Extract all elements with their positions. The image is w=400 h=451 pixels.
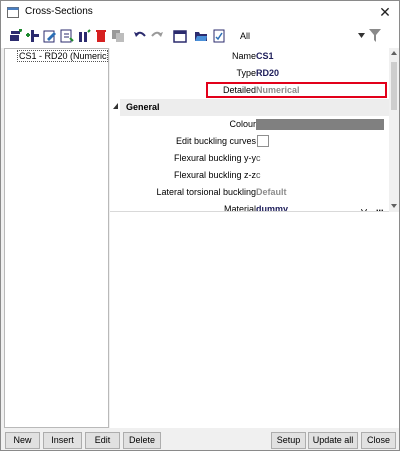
edit-button[interactable]: Edit <box>85 432 120 449</box>
name-value[interactable]: CS1 <box>256 51 274 61</box>
cross-section-list[interactable]: CS1 - RD20 (Numerical) <box>4 48 109 428</box>
colour-label: Colour <box>229 119 256 129</box>
cross-sections-window: Cross-Sections ✕ All CS1 - RD20 (Numeric… <box>0 0 400 451</box>
flex-zz-label: Flexural buckling z-z <box>173 170 256 180</box>
edit-buckling-checkbox[interactable] <box>257 135 269 147</box>
flex-yy-row: Flexural buckling y-y c <box>110 150 389 167</box>
scrollbar-thumb[interactable] <box>391 62 397 110</box>
section-title: General <box>126 102 160 112</box>
title-bar: Cross-Sections ✕ <box>1 1 399 24</box>
material-select[interactable]: dummy ... <box>256 201 386 212</box>
lat-tors-row: Lateral torsional buckling Default <box>110 184 389 201</box>
insert-button[interactable]: Insert <box>43 432 82 449</box>
type-value[interactable]: RD20 <box>256 68 279 78</box>
section-band <box>120 99 389 116</box>
property-pane: Name CS1 Type RD20 Detailed Numerical Ge… <box>110 48 399 428</box>
setup-button[interactable]: Setup <box>271 432 306 449</box>
delete-button[interactable]: Delete <box>123 432 161 449</box>
property-grid: Name CS1 Type RD20 Detailed Numerical Ge… <box>110 48 389 212</box>
name-row: Name CS1 <box>110 48 389 65</box>
app-icon <box>7 7 19 18</box>
list-item[interactable]: CS1 - RD20 (Numerical) <box>17 50 108 62</box>
filter-icon[interactable] <box>369 29 381 42</box>
type-row: Type RD20 <box>110 65 389 82</box>
flex-yy-label: Flexural buckling y-y <box>173 153 256 163</box>
chevron-down-icon[interactable] <box>361 209 367 212</box>
flex-yy-value[interactable]: c <box>256 153 261 163</box>
close-icon[interactable]: ✕ <box>373 3 397 21</box>
delete-icon[interactable] <box>94 29 108 43</box>
toolbar: All <box>1 24 399 48</box>
flex-zz-row: Flexural buckling z-z c <box>110 167 389 184</box>
colour-row: Colour <box>110 116 389 133</box>
scroll-up-icon[interactable] <box>391 51 397 55</box>
detailed-highlight-box <box>206 82 387 98</box>
edit-buckling-label: Edit buckling curves <box>175 136 256 146</box>
lat-tors-value: Default <box>256 187 287 197</box>
edit-icon[interactable] <box>43 29 57 43</box>
lat-tors-label: Lateral torsional buckling <box>156 187 256 197</box>
type-label: Type <box>236 68 256 78</box>
print-icon[interactable] <box>173 29 187 43</box>
insert-icon[interactable] <box>26 29 40 43</box>
check-icon[interactable] <box>212 29 226 43</box>
window-title: Cross-Sections <box>25 6 93 17</box>
material-label: Material <box>223 204 256 212</box>
copy-icon[interactable] <box>111 29 125 43</box>
chevron-down-icon[interactable] <box>358 33 365 38</box>
collapse-triangle-icon[interactable] <box>113 103 118 109</box>
more-button[interactable]: ... <box>376 203 384 211</box>
filter-select[interactable]: All <box>237 28 367 44</box>
edit-buckling-row: Edit buckling curves <box>110 133 389 150</box>
new-button[interactable]: New <box>5 432 40 449</box>
import-icon[interactable] <box>60 29 74 43</box>
import-section-icon[interactable] <box>77 29 91 43</box>
open-folder-icon[interactable] <box>194 29 208 43</box>
new-icon[interactable] <box>9 29 23 43</box>
close-button[interactable]: Close <box>361 432 396 449</box>
material-value: dummy <box>256 204 289 212</box>
colour-swatch[interactable] <box>256 119 384 130</box>
redo-icon[interactable] <box>150 29 164 43</box>
flex-zz-value[interactable]: c <box>256 170 261 180</box>
general-section-header[interactable]: General <box>110 99 389 116</box>
update-all-button[interactable]: Update all <box>308 432 358 449</box>
material-row: Material dummy ... <box>110 201 389 212</box>
scroll-down-icon[interactable] <box>391 204 397 208</box>
undo-icon[interactable] <box>133 29 147 43</box>
name-label: Name <box>231 51 256 61</box>
